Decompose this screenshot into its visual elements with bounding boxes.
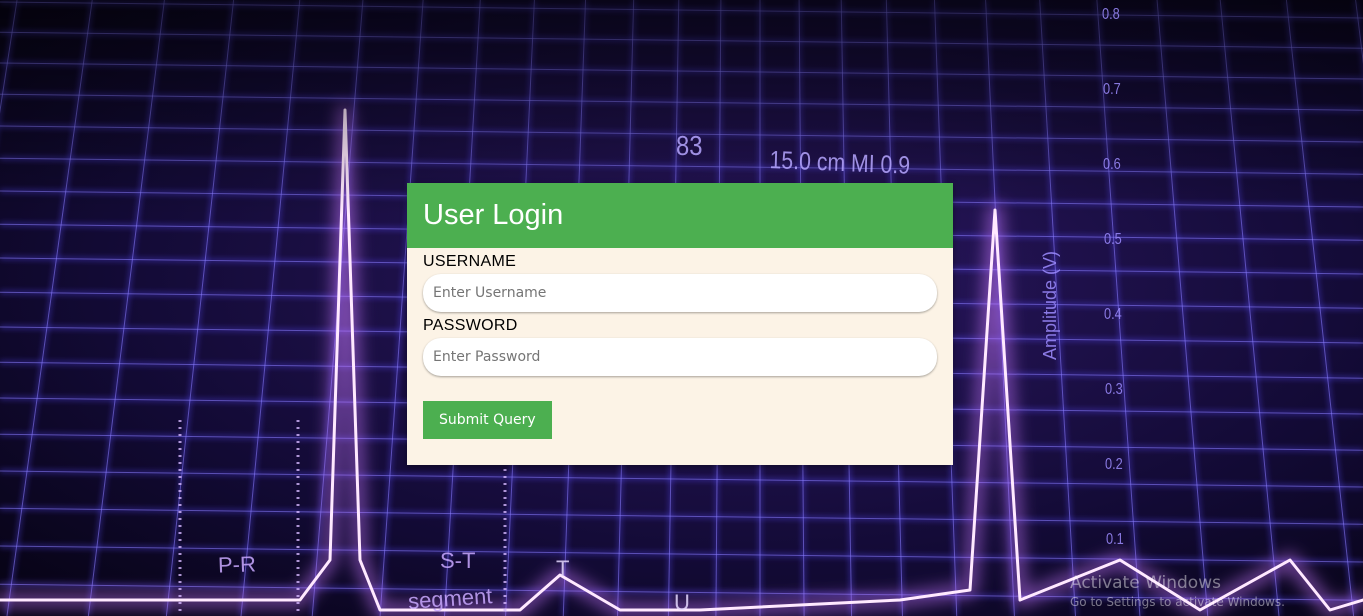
ecg-axis-tick: 0.1	[1105, 531, 1124, 548]
username-input[interactable]	[423, 274, 937, 312]
ecg-u-wave-label: U	[674, 590, 690, 615]
login-title: User Login	[423, 199, 564, 231]
activate-windows-watermark: Activate Windows Go to Settings to activ…	[1070, 572, 1285, 610]
ecg-readout-text: 15.0 cm MI 0.9	[769, 146, 911, 180]
ecg-readout-number: 83	[676, 130, 703, 161]
ecg-st-label: S-T	[440, 548, 476, 573]
ecg-axis-tick: 0.4	[1104, 306, 1122, 323]
watermark-subtitle: Go to Settings to activate Windows.	[1070, 595, 1285, 609]
ecg-axis-tick: 0.5	[1103, 231, 1122, 248]
watermark-title: Activate Windows	[1070, 573, 1221, 593]
ecg-axis-tick: 0.6	[1103, 156, 1121, 173]
login-header: User Login	[407, 183, 953, 248]
submit-button[interactable]: Submit Query	[423, 401, 552, 439]
ecg-pr-label: P-R	[217, 551, 257, 578]
password-input[interactable]	[423, 338, 937, 376]
username-label: USERNAME	[423, 253, 517, 270]
ecg-axis-tick: 0.3	[1104, 381, 1123, 398]
ecg-axis-tick: 0.8	[1102, 6, 1120, 23]
ecg-axis-tick: 0.7	[1102, 81, 1121, 98]
ecg-axis-tick: 0.2	[1105, 456, 1123, 473]
login-form: USERNAME PASSWORD Submit Query	[407, 248, 953, 439]
login-panel: User Login USERNAME PASSWORD Submit Quer…	[407, 183, 953, 465]
password-label: PASSWORD	[423, 317, 518, 334]
ecg-axis-title: Amplitude (V)	[1040, 250, 1060, 360]
ecg-t-wave-label: T	[556, 556, 570, 581]
